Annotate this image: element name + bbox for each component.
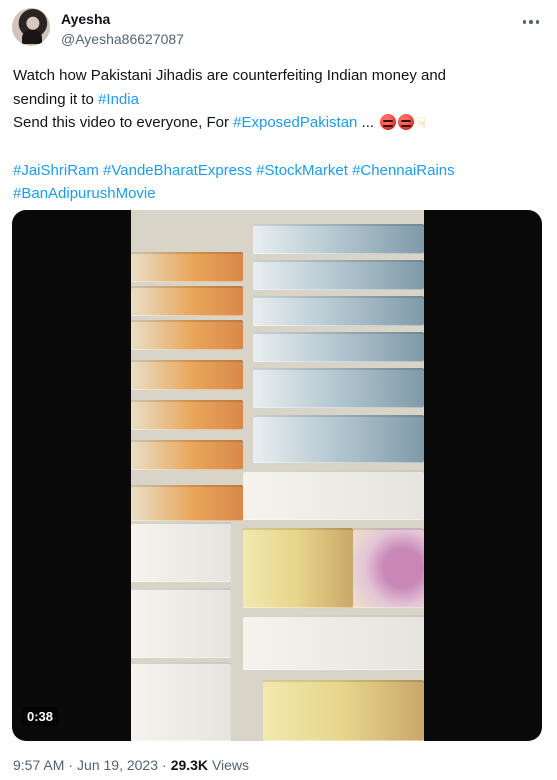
video-duration: 0:38 (21, 707, 60, 726)
hashtag-chennairains[interactable]: #ChennaiRains (352, 162, 455, 179)
views-count: 29.3K (170, 757, 209, 773)
tweet-line-3: Send this video to everyone, For #Expose… (13, 111, 543, 136)
user-handle[interactable]: @Ayesha86627087 (61, 31, 184, 47)
hashtag-jaishriram[interactable]: #JaiShriRam (13, 162, 99, 179)
meta-separator: · (68, 757, 74, 773)
angry-face-emoji (380, 114, 397, 130)
views-label: Views (211, 757, 250, 773)
hashtag-stockmarket[interactable]: #StockMarket (256, 162, 348, 179)
currency-stack-left (131, 210, 251, 741)
tweet-date[interactable]: Jun 19, 2023 (77, 757, 158, 773)
tweet-meta: 9:57 AM · Jun 19, 2023 · 29.3K Views (13, 757, 249, 773)
tweet-line-3-tail: ... (357, 114, 375, 131)
tweet-time[interactable]: 9:57 AM (13, 757, 64, 773)
hashtags-line-2: #BanAdipurushMovie (13, 182, 543, 206)
video-player[interactable]: 0:38 (12, 210, 542, 741)
tweet: Ayesha @Ayesha86627087 Watch how Pakista… (0, 0, 557, 780)
tweet-line-3-text: Send this video to everyone, For (13, 114, 234, 131)
meta-separator-2: · (162, 757, 167, 773)
hashtag-banadipurushmovie[interactable]: #BanAdipurushMovie (13, 185, 156, 202)
tweet-line-2: sending it to #India (13, 88, 543, 112)
video-frame (131, 210, 424, 741)
angry-face-emoji (398, 114, 415, 130)
tweet-text: Watch how Pakistani Jihadis are counterf… (13, 64, 543, 206)
hashtag-vandebharatexpress[interactable]: #VandeBharatExpress (103, 162, 252, 179)
currency-stack-right (243, 210, 424, 741)
avatar[interactable] (12, 8, 50, 46)
tweet-line-2-text: sending it to (13, 90, 99, 108)
more-icon[interactable] (519, 12, 543, 32)
hashtag-india[interactable]: #India (98, 91, 139, 108)
pointing-down-emoji: ☟ (417, 115, 427, 132)
hashtags-line-1: #JaiShriRam #VandeBharatExpress #StockMa… (13, 159, 543, 183)
tweet-line-1: Watch how Pakistani Jihadis are counterf… (13, 67, 447, 84)
display-name[interactable]: Ayesha (61, 11, 110, 27)
hashtag-exposedpakistan[interactable]: #ExposedPakistan (233, 114, 357, 131)
